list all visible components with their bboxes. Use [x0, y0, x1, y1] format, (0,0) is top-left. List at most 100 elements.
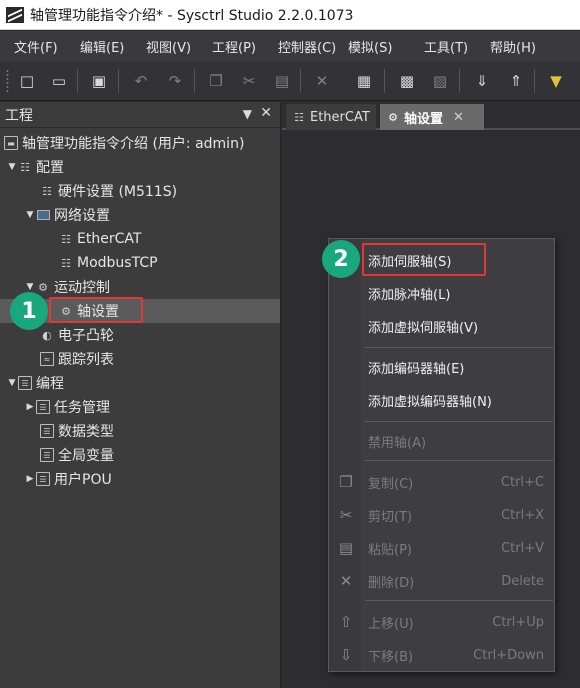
menu-project[interactable]: 工程(P): [198, 37, 264, 56]
menu-item-label: 剪切(T): [368, 509, 413, 525]
compile-icon[interactable]: ▦: [354, 71, 374, 91]
tree-item-label: 运动控制: [54, 280, 110, 296]
trace-icon: ≈: [40, 352, 54, 366]
connect-icon[interactable]: ▼: [546, 71, 566, 91]
menu-item-label: 粘贴(P): [368, 542, 412, 558]
tree-item-modbustcp[interactable]: ☷ ModbusTCP: [0, 251, 280, 275]
tree-item-data-types[interactable]: ☰ 数据类型: [0, 419, 280, 443]
pin-icon[interactable]: ▼: [243, 107, 252, 121]
project-icon: ▬: [4, 136, 18, 150]
copy-icon[interactable]: ❐: [206, 71, 226, 91]
menu-simulate[interactable]: 模拟(S): [334, 37, 410, 56]
toolbar-separator: [118, 69, 119, 93]
menu-separator: [365, 460, 553, 461]
close-icon[interactable]: ✕: [453, 110, 464, 125]
new-file-icon[interactable]: □: [17, 71, 37, 91]
gear-icon: ⚙: [38, 280, 48, 294]
tree-item-task-management[interactable]: ▶ ☰ 任务管理: [0, 395, 280, 419]
menu-item-label: 添加脉冲轴(L): [368, 287, 451, 303]
expand-arrow-icon[interactable]: ▼: [24, 282, 36, 292]
tree-item-label: 编程: [36, 376, 64, 392]
tree-item-programming[interactable]: ▼ ☰ 编程: [0, 371, 280, 395]
tree-item-label: 硬件设置 (M511S): [58, 184, 178, 200]
arrow-down-icon: ⇩: [339, 646, 353, 664]
tree-item-label: EtherCAT: [77, 231, 142, 247]
expand-arrow-icon[interactable]: ▼: [6, 378, 18, 388]
expand-arrow-icon[interactable]: ▼: [24, 210, 36, 220]
toolbar-grip[interactable]: [6, 69, 9, 93]
menu-item-label: 上移(U): [368, 616, 414, 632]
menu-item-move-up[interactable]: ⇧ 上移(U) Ctrl+Up: [329, 608, 554, 636]
close-icon[interactable]: ✕: [260, 105, 272, 121]
menu-item-shortcut: Ctrl+Down: [473, 647, 544, 663]
network-icon: [36, 208, 50, 222]
menu-item-cut[interactable]: ✂ 剪切(T) Ctrl+X: [329, 501, 554, 529]
menu-item-copy[interactable]: ❐ 复制(C) Ctrl+C: [329, 468, 554, 496]
tab-axis-settings[interactable]: ⚙ 轴设置 ✕: [380, 104, 484, 130]
variable-icon: ☰: [40, 448, 54, 462]
menu-file[interactable]: 文件(F): [0, 37, 66, 56]
cut-icon[interactable]: ✂: [239, 71, 259, 91]
tree-item-network[interactable]: ▼ 网络设置: [0, 203, 280, 227]
paste-icon: ▤: [338, 539, 354, 557]
menu-tools[interactable]: 工具(T): [410, 37, 476, 56]
paste-icon[interactable]: ▤: [272, 71, 292, 91]
tree-item-hardware[interactable]: ☷ 硬件设置 (M511S): [0, 179, 280, 203]
tree-item-electronic-cam[interactable]: ◐ 电子凸轮: [0, 323, 280, 347]
config-icon: ☷: [20, 160, 30, 174]
toolbar-separator: [459, 69, 460, 93]
expand-arrow-icon[interactable]: ▼: [6, 162, 18, 172]
delete-icon[interactable]: ✕: [312, 71, 332, 91]
upload-icon[interactable]: ⇑: [506, 71, 526, 91]
hardware-icon: ☷: [42, 184, 52, 198]
title-bar: 轴管理功能指令介绍* - Sysctrl Studio 2.2.0.1073: [0, 0, 580, 30]
tree-item-user-pou[interactable]: ▶ ☰ 用户POU: [0, 467, 280, 491]
build-icon[interactable]: ▩: [397, 71, 417, 91]
download-icon[interactable]: ⇓: [472, 71, 492, 91]
network-node-icon: ☷: [61, 232, 71, 246]
toolbar-separator: [384, 69, 385, 93]
menu-separator: [365, 421, 553, 422]
menu-item-add-virtual-encoder-axis[interactable]: 添加虚拟编码器轴(N): [329, 386, 554, 414]
tree-item-config[interactable]: ▼ ☷ 配置: [0, 155, 280, 179]
tab-ethercat[interactable]: ☷ EtherCAT: [286, 104, 376, 130]
menu-item-disable-axis[interactable]: 禁用轴(A): [329, 427, 554, 455]
menu-controller[interactable]: 控制器(C): [264, 37, 336, 56]
collapse-arrow-icon[interactable]: ▶: [24, 402, 36, 412]
menu-bar: 文件(F) 编辑(E) 视图(V) 工程(P) 控制器(C) 模拟(S) 工具(…: [0, 31, 580, 61]
menu-edit[interactable]: 编辑(E): [66, 37, 132, 56]
window-title: 轴管理功能指令介绍* - Sysctrl Studio 2.2.0.1073: [30, 7, 354, 24]
step-marker-1: 1: [10, 292, 48, 330]
collapse-arrow-icon[interactable]: ▶: [24, 474, 36, 484]
menu-help[interactable]: 帮助(H): [476, 37, 542, 56]
menu-separator: [365, 600, 553, 601]
menu-item-shortcut: Ctrl+Up: [492, 614, 544, 630]
network-node-icon: ☷: [61, 256, 71, 270]
tree-item-ethercat[interactable]: ☷ EtherCAT: [0, 227, 280, 251]
delete-icon: ✕: [339, 572, 353, 590]
menu-item-add-encoder-axis[interactable]: 添加编码器轴(E): [329, 353, 554, 381]
cut-icon: ✂: [339, 506, 353, 524]
tree-item-global-variables[interactable]: ☰ 全局变量: [0, 443, 280, 467]
menu-item-move-down[interactable]: ⇩ 下移(B) Ctrl+Down: [329, 641, 554, 669]
panel-title: 工程: [5, 107, 33, 124]
copy-icon: ❐: [339, 473, 353, 491]
tree-item-motion-control[interactable]: ▼ ⚙ 运动控制: [0, 275, 280, 299]
save-icon[interactable]: ▣: [89, 71, 109, 91]
clean-icon[interactable]: ▨: [430, 71, 450, 91]
step-marker-2: 2: [322, 240, 360, 278]
menu-view[interactable]: 视图(V): [132, 37, 198, 56]
menu-item-add-pulse-axis[interactable]: 添加脉冲轴(L): [329, 279, 554, 307]
tree-item-project[interactable]: ▬ 轴管理功能指令介绍 (用户: admin): [0, 131, 280, 155]
context-menu: 添加伺服轴(S) 添加脉冲轴(L) 添加虚拟伺服轴(V) 添加编码器轴(E) 添…: [328, 238, 555, 672]
tree-item-trace-list[interactable]: ≈ 跟踪列表: [0, 347, 280, 371]
tree-item-label: 电子凸轮: [58, 328, 114, 344]
menu-item-paste[interactable]: ▤ 粘贴(P) Ctrl+V: [329, 534, 554, 562]
open-folder-icon[interactable]: ▭: [49, 71, 69, 91]
undo-icon[interactable]: ↶: [131, 71, 151, 91]
menu-item-delete[interactable]: ✕ 删除(D) Delete: [329, 567, 554, 595]
highlight-box-axis-settings: [49, 297, 143, 323]
gear-icon: ⚙: [388, 110, 398, 124]
menu-item-add-virtual-servo-axis[interactable]: 添加虚拟伺服轴(V): [329, 312, 554, 340]
redo-icon[interactable]: ↷: [165, 71, 185, 91]
